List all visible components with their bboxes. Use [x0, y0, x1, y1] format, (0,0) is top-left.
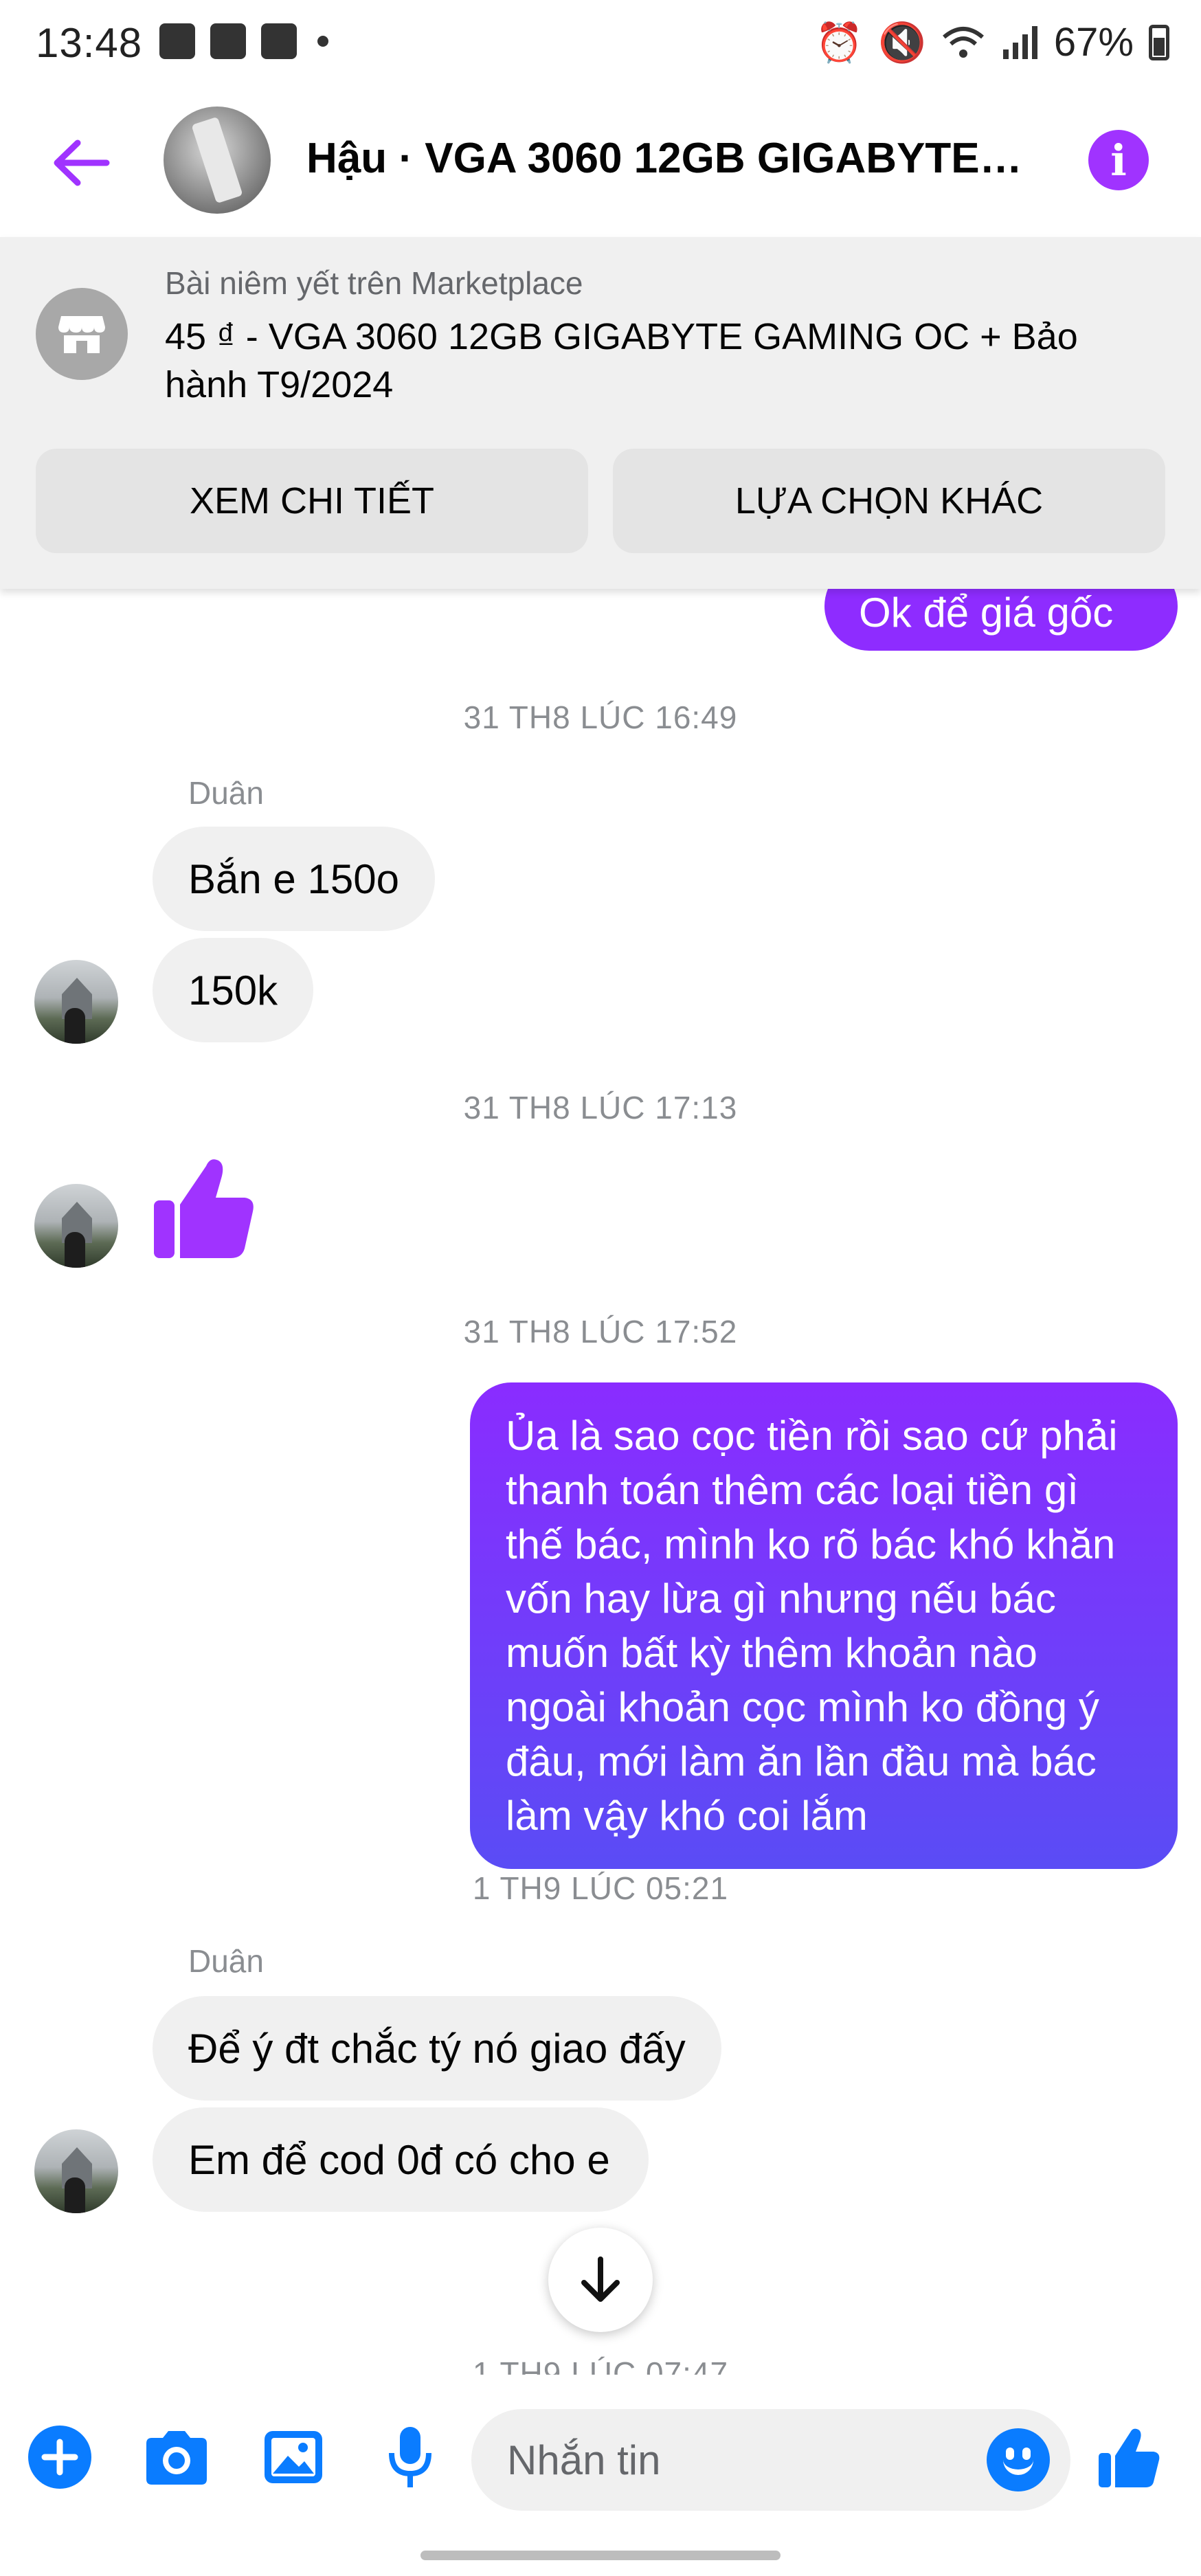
camera-button[interactable] — [139, 2419, 214, 2495]
view-details-button[interactable]: XEM CHI TIẾT — [36, 449, 588, 553]
more-actions-button[interactable] — [22, 2419, 98, 2495]
wifi-icon — [942, 26, 984, 58]
emoji-mouth — [1003, 2460, 1033, 2475]
other-options-button[interactable]: LỰA CHỌN KHÁC — [613, 449, 1165, 553]
message-text: Ủa là sao cọc tiền rồi sao cứ phải thanh… — [506, 1413, 1118, 1839]
sender-name: Duân — [188, 775, 264, 811]
message-bubble-outgoing[interactable]: Ủa là sao cọc tiền rồi sao cứ phải thanh… — [470, 1382, 1178, 1869]
contact-avatar[interactable] — [164, 107, 271, 214]
status-bar: 13:48 ⏰ 🔇 67% — [0, 0, 1201, 86]
status-time: 13:48 — [36, 20, 143, 66]
microphone-icon — [389, 2427, 431, 2487]
message-bubble-incoming[interactable]: 150k — [153, 938, 314, 1042]
info-button[interactable]: i — [1088, 130, 1149, 190]
video-notification-icon — [261, 23, 297, 59]
chat-header: Hậu · VGA 3060 12GB GIGABYTE… i — [0, 86, 1201, 237]
message-bubble-incoming[interactable]: Bắn e 150o — [153, 827, 435, 931]
chat-title[interactable]: Hậu · VGA 3060 12GB GIGABYTE… — [306, 134, 1048, 183]
message-text: 150k — [188, 967, 278, 1013]
gallery-button[interactable] — [256, 2419, 331, 2495]
sender-name: Duân — [188, 1943, 264, 1979]
back-button[interactable] — [47, 128, 115, 197]
message-input-placeholder: Nhắn tin — [507, 2437, 661, 2483]
message-text: Để ý đt chắc tý nó giao đấy — [188, 2025, 686, 2072]
notification-icons — [159, 23, 328, 59]
marketplace-caption: Bài niêm yết trên Marketplace — [165, 265, 583, 301]
message-timestamp: 31 TH8 LÚC 17:13 — [463, 1090, 738, 1125]
camera-icon — [146, 2431, 207, 2485]
plus-icon — [28, 2426, 91, 2489]
more-notifications-dot-icon — [317, 36, 328, 47]
voice-message-button[interactable] — [372, 2419, 448, 2495]
message-list[interactable]: Ok để giá gốc 31 TH8 LÚC 16:49 Duân Bắn … — [0, 589, 1201, 2375]
gallery-notification-icon — [159, 23, 195, 59]
battery-icon — [1149, 24, 1169, 60]
message-timestamp: 1 TH9 LÚC 05:21 — [472, 1870, 729, 1906]
message-input[interactable]: Nhắn tin — [471, 2409, 1070, 2511]
sender-avatar[interactable] — [34, 2129, 118, 2213]
system-status-icons: ⏰ 🔇 67% — [815, 19, 1169, 65]
listing-title[interactable]: 45 ₫ - VGA 3060 12GB GIGABYTE GAMING OC … — [165, 313, 1168, 409]
message-bubble-incoming[interactable]: Em để cod 0đ có cho e — [153, 2107, 649, 2212]
marketplace-listing-banner: Bài niêm yết trên Marketplace 45 ₫ - VGA… — [0, 237, 1201, 589]
scroll-to-bottom-button[interactable] — [548, 2228, 653, 2332]
message-text: Em để cod 0đ có cho e — [188, 2136, 610, 2183]
scroll-down-icon — [581, 2256, 620, 2302]
message-timestamp: 31 TH8 LÚC 17:52 — [463, 1314, 738, 1349]
message-text: Bắn e 150o — [188, 855, 399, 902]
sender-avatar[interactable] — [34, 1184, 118, 1268]
message-timestamp: 1 TH9 LÚC 07:47 — [472, 2355, 729, 2375]
gallery-icon — [265, 2431, 322, 2483]
message-bubble-outgoing[interactable]: Ok để giá gốc — [824, 589, 1178, 651]
home-indicator[interactable] — [420, 2551, 781, 2560]
signal-icon — [1002, 25, 1037, 59]
info-icon: i — [1110, 135, 1127, 186]
shop-notification-icon — [210, 23, 246, 59]
message-bubble-incoming[interactable]: Để ý đt chắc tý nó giao đấy — [153, 1996, 721, 2101]
messenger-screen: 13:48 ⏰ 🔇 67% Hậu · VGA 3060 12GB GIGABY… — [0, 0, 1201, 2576]
battery-percent: 67% — [1053, 20, 1134, 65]
message-composer: Nhắn tin — [0, 2375, 1201, 2576]
sender-avatar[interactable] — [34, 960, 118, 1044]
message-timestamp: 31 TH8 LÚC 16:49 — [463, 699, 738, 735]
thumbs-up-icon — [1099, 2428, 1160, 2487]
alarm-icon: ⏰ — [815, 20, 864, 64]
marketplace-shop-icon — [36, 288, 128, 380]
send-like-button[interactable] — [1091, 2419, 1167, 2495]
like-icon[interactable] — [150, 1152, 260, 1262]
mute-icon: 🔇 — [878, 20, 926, 64]
back-arrow-icon — [54, 139, 110, 186]
emoji-icon[interactable] — [987, 2428, 1050, 2491]
